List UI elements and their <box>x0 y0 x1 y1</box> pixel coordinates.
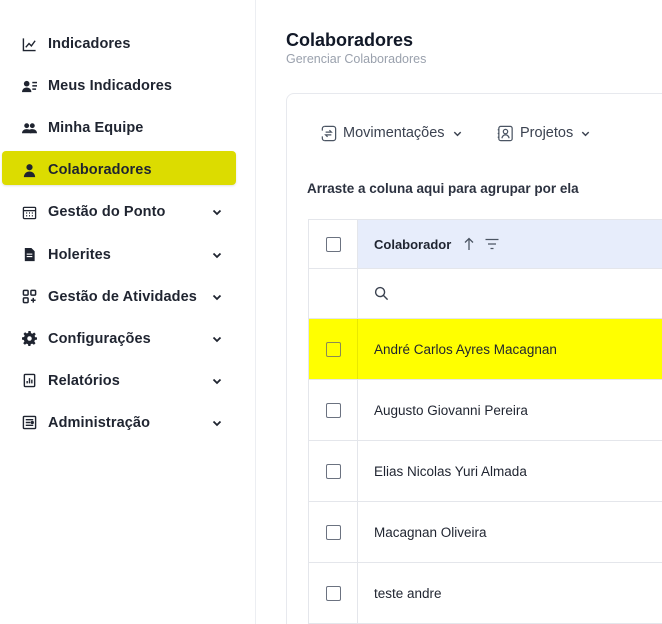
data-grid: Colaborador André Carlos Ayres Macagnan <box>308 219 662 624</box>
document-icon <box>20 246 38 264</box>
sidebar-item-indicadores[interactable]: Indicadores <box>0 23 256 65</box>
sort-ascending-icon[interactable] <box>463 237 475 251</box>
project-icon <box>497 125 513 141</box>
chevron-down-icon[interactable] <box>211 375 223 387</box>
sidebar-nav: Indicadores Meus Indicadores Minha Equip… <box>0 23 256 444</box>
calendar-icon <box>20 203 38 221</box>
column-header-label: Colaborador <box>374 236 452 252</box>
sidebar-item-label: Minha Equipe <box>48 120 144 137</box>
sidebar: Indicadores Meus Indicadores Minha Equip… <box>0 0 256 624</box>
sidebar-item-relatorios[interactable]: Relatórios <box>0 360 256 402</box>
user-icon <box>20 161 38 179</box>
data-grid-card: Movimentações Projetos Arraste a coluna … <box>286 93 662 624</box>
row-checkbox[interactable] <box>325 463 341 479</box>
sidebar-item-configuracoes[interactable]: Configurações <box>0 318 256 360</box>
chevron-down-icon[interactable] <box>211 249 223 261</box>
row-check-cell <box>309 441 358 501</box>
sidebar-item-colaboradores[interactable]: Colaboradores <box>0 149 256 191</box>
sidebar-item-label: Gestão do Ponto <box>48 204 166 221</box>
sidebar-item-label: Indicadores <box>48 36 131 53</box>
row-checkbox[interactable] <box>325 341 341 357</box>
chevron-down-icon[interactable] <box>211 333 223 345</box>
colaborador-cell[interactable]: Macagnan Oliveira <box>358 502 662 562</box>
sidebar-item-meus-indicadores[interactable]: Meus Indicadores <box>0 65 256 107</box>
colaborador-cell[interactable]: teste andre <box>358 563 662 623</box>
grid-header-row: Colaborador <box>309 220 662 269</box>
projetos-dropdown[interactable]: Projetos <box>496 122 591 144</box>
line-chart-icon <box>20 35 38 53</box>
sidebar-item-gestao-de-atividades[interactable]: Gestão de Atividades <box>0 276 256 318</box>
filter-row-check-cell <box>309 269 358 318</box>
grid-filter-row <box>309 269 662 319</box>
team-icon <box>20 119 38 137</box>
sidebar-item-label: Colaboradores <box>48 162 152 179</box>
filter-icon[interactable] <box>485 238 499 250</box>
row-checkbox[interactable] <box>325 524 341 540</box>
sidebar-item-label: Holerites <box>48 246 111 263</box>
admin-icon <box>20 414 38 432</box>
chevron-down-icon <box>581 131 590 136</box>
gear-icon <box>20 330 38 348</box>
colaborador-cell[interactable]: André Carlos Ayres Macagnan <box>358 319 662 379</box>
sidebar-item-gestao-do-ponto[interactable]: Gestão do Ponto <box>0 191 256 233</box>
page-subtitle: Gerenciar Colaboradores <box>286 52 427 66</box>
select-all-cell <box>309 220 358 268</box>
projetos-label: Projetos <box>520 125 574 141</box>
table-row[interactable]: André Carlos Ayres Macagnan <box>309 319 662 380</box>
table-row[interactable]: Elias Nicolas Yuri Almada <box>309 441 662 502</box>
colaborador-cell[interactable]: Elias Nicolas Yuri Almada <box>358 441 662 501</box>
sidebar-item-label: Gestão de Atividades <box>48 288 197 305</box>
table-row[interactable]: Macagnan Oliveira <box>309 502 662 563</box>
select-all-checkbox[interactable] <box>325 236 341 252</box>
row-check-cell <box>309 502 358 562</box>
chevron-down-icon <box>453 131 461 136</box>
movimentacoes-dropdown[interactable]: Movimentações <box>319 122 463 144</box>
colaborador-search-cell[interactable] <box>358 269 662 318</box>
row-check-cell <box>309 380 358 440</box>
chevron-down-icon[interactable] <box>211 417 223 429</box>
main-content: Colaboradores Gerenciar Colaboradores Mo… <box>257 0 662 624</box>
sidebar-item-label: Relatórios <box>48 372 120 389</box>
user-list-icon <box>20 77 38 95</box>
colaborador-cell[interactable]: Augusto Giovanni Pereira <box>358 380 662 440</box>
row-checkbox[interactable] <box>325 402 341 418</box>
sidebar-item-minha-equipe[interactable]: Minha Equipe <box>0 107 256 149</box>
search-icon <box>374 286 389 301</box>
chevron-down-icon[interactable] <box>211 291 223 303</box>
sidebar-item-administracao[interactable]: Administração <box>0 402 256 444</box>
row-check-cell <box>309 319 358 379</box>
group-panel-hint[interactable]: Arraste a coluna aqui para agrupar por e… <box>307 181 579 196</box>
row-checkbox[interactable] <box>325 585 341 601</box>
sidebar-item-label: Administração <box>48 414 151 431</box>
transfer-icon <box>321 125 337 141</box>
sidebar-item-label: Meus Indicadores <box>48 78 173 95</box>
report-icon <box>20 372 38 390</box>
table-row[interactable]: teste andre <box>309 563 662 624</box>
table-row[interactable]: Augusto Giovanni Pereira <box>309 380 662 441</box>
chevron-down-icon[interactable] <box>211 206 223 218</box>
row-check-cell <box>309 563 358 623</box>
grid-icon <box>20 288 38 306</box>
column-header-colaborador[interactable]: Colaborador <box>358 220 662 268</box>
sidebar-item-holerites[interactable]: Holerites <box>0 233 256 275</box>
movimentacoes-label: Movimentações <box>343 125 445 141</box>
page-title: Colaboradores <box>286 30 414 50</box>
sidebar-item-label: Configurações <box>48 330 151 347</box>
